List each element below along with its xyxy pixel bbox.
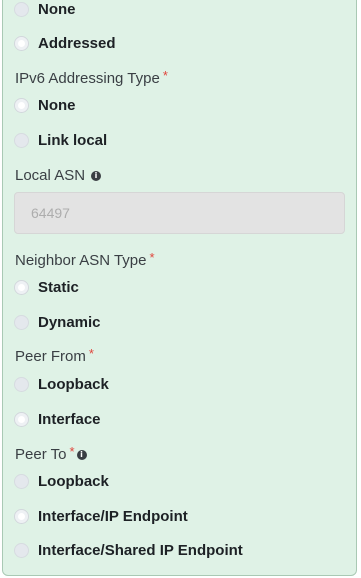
radio-option-static[interactable]: Static <box>14 276 79 298</box>
neighbor-asn-type-label: Neighbor ASN Type * <box>15 250 155 269</box>
radio-option-addressed[interactable]: Addressed <box>14 32 116 54</box>
radio-button[interactable] <box>14 1 29 17</box>
radio-button[interactable] <box>14 411 29 427</box>
radio-label: Dynamic <box>38 313 101 331</box>
radio-button[interactable] <box>14 473 29 489</box>
peer-to-label: Peer To * i <box>15 444 87 463</box>
required-asterisk: * <box>149 250 155 265</box>
radio-label: Interface/IP Endpoint <box>38 507 188 525</box>
radio-option-peer-to-loopback[interactable]: Loopback <box>14 470 109 492</box>
local-asn-label: Local ASN i <box>15 167 102 184</box>
required-asterisk: * <box>69 444 75 459</box>
peer-from-label: Peer From * <box>15 346 94 365</box>
radio-label: Link local <box>38 131 108 149</box>
radio-button[interactable] <box>14 508 29 524</box>
radio-button[interactable] <box>14 132 29 148</box>
radio-option-peer-to-shared-ip-endpoint[interactable]: Interface/Shared IP Endpoint <box>14 539 243 561</box>
info-icon[interactable]: i <box>91 171 102 181</box>
info-icon[interactable]: i <box>76 450 87 460</box>
radio-button[interactable] <box>14 542 29 558</box>
radio-button[interactable] <box>14 314 29 330</box>
radio-label: Interface/Shared IP Endpoint <box>38 541 243 559</box>
radio-option-peer-to-ip-endpoint[interactable]: Interface/IP Endpoint <box>14 505 188 527</box>
radio-label: Addressed <box>38 34 116 52</box>
radio-option-peer-from-loopback[interactable]: Loopback <box>14 373 109 395</box>
radio-label: Loopback <box>38 472 109 490</box>
radio-label: None <box>38 96 76 114</box>
radio-option-ipv6-link-local[interactable]: Link local <box>14 129 107 151</box>
radio-option-peer-from-interface[interactable]: Interface <box>14 408 101 430</box>
required-asterisk: * <box>88 346 94 361</box>
radio-button[interactable] <box>14 35 29 51</box>
required-asterisk: * <box>162 68 168 83</box>
radio-option-ipv6-none[interactable]: None <box>14 94 76 116</box>
local-asn-input[interactable] <box>14 192 345 234</box>
radio-label: Static <box>38 278 79 296</box>
radio-label: Interface <box>38 410 101 428</box>
radio-button[interactable] <box>14 97 29 113</box>
radio-button[interactable] <box>14 376 29 392</box>
radio-label: Loopback <box>38 375 109 393</box>
ipv6-addressing-type-label: IPv6 Addressing Type * <box>15 68 168 87</box>
radio-button[interactable] <box>14 279 29 295</box>
radio-option-dynamic[interactable]: Dynamic <box>14 311 101 333</box>
radio-option-none-top[interactable]: None <box>14 0 76 20</box>
radio-label: None <box>38 0 76 18</box>
